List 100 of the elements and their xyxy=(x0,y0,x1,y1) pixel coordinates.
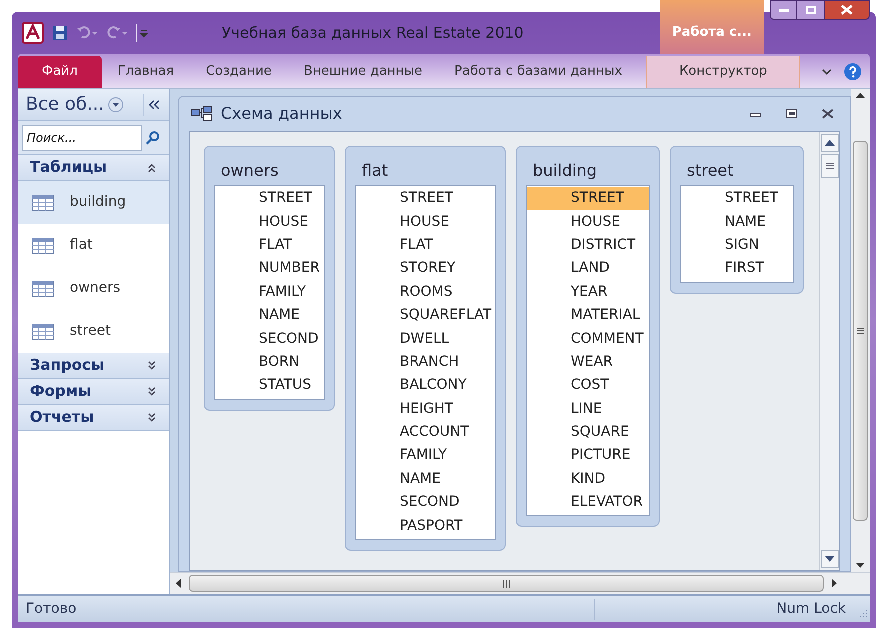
field-item[interactable]: STATUS xyxy=(215,374,324,398)
field-item[interactable]: KIND xyxy=(527,468,649,492)
field-item[interactable]: STREET xyxy=(681,187,793,210)
table-icon xyxy=(32,238,54,254)
save-icon[interactable] xyxy=(52,25,68,41)
expand-icon[interactable] xyxy=(147,386,157,396)
dropdown-icon xyxy=(108,96,124,112)
scroll-thumb-grip-icon[interactable] xyxy=(826,163,834,169)
field-item[interactable]: WEAR xyxy=(527,350,649,374)
scroll-up-icon[interactable] xyxy=(856,93,865,98)
field-item[interactable]: HEIGHT xyxy=(356,398,495,421)
field-item[interactable]: STOREY xyxy=(356,257,495,281)
field-item[interactable]: SECOND xyxy=(356,491,495,514)
field-item[interactable]: FIRST xyxy=(681,257,793,281)
field-item[interactable]: STREET xyxy=(215,187,324,210)
scroll-down-icon[interactable] xyxy=(824,556,834,562)
scroll-down-icon[interactable] xyxy=(856,563,865,568)
close-button[interactable] xyxy=(824,0,870,20)
nav-group-header[interactable]: Запросы xyxy=(18,353,169,379)
relationships-icon xyxy=(191,106,213,122)
outer-vertical-scrollbar[interactable] xyxy=(851,89,870,572)
num-lock-indicator: Num Lock xyxy=(776,600,847,618)
customize-icon[interactable] xyxy=(136,24,148,42)
table-card[interactable]: owners STREET HOUSE FLAT NUMBER FAMILY NAME SECOND BORN STATUS xyxy=(204,146,335,411)
nav-group-header[interactable]: Отчеты xyxy=(18,405,169,431)
field-item[interactable]: PICTURE xyxy=(527,444,649,468)
field-item[interactable]: STREET xyxy=(356,187,495,210)
expand-icon[interactable] xyxy=(147,412,157,422)
table-card[interactable]: flat STREET HOUSE FLAT STOREY ROOMS SQUAREFLAT DWELL BRANCH BALCONY HEIGHT ACCOUNT FAMILY NAME SECOND PASPORT xyxy=(345,146,506,551)
close-icon xyxy=(841,5,853,15)
ribbon-tab[interactable]: Работа с базами данных xyxy=(438,56,638,88)
scroll-thumb-grip-icon[interactable] xyxy=(857,328,864,334)
field-item[interactable]: HOUSE xyxy=(215,210,324,234)
field-item[interactable]: HOUSE xyxy=(356,210,495,234)
restore-icon[interactable] xyxy=(786,109,798,119)
scroll-left-icon[interactable] xyxy=(176,579,181,588)
field-item[interactable]: YEAR xyxy=(527,280,649,304)
undo-icon[interactable] xyxy=(76,26,98,40)
table-name: building xyxy=(532,160,598,182)
help-icon[interactable] xyxy=(844,63,862,81)
redo-icon[interactable] xyxy=(106,26,128,40)
ribbon-tab[interactable]: Конструктор xyxy=(646,56,800,88)
collapse-ribbon-icon[interactable] xyxy=(822,68,832,76)
field-item[interactable]: ELEVATOR xyxy=(527,491,649,514)
horizontal-scrollbar[interactable] xyxy=(170,572,870,594)
field-item[interactable]: MATERIAL xyxy=(527,304,649,328)
close-icon[interactable] xyxy=(822,109,834,119)
field-item[interactable]: PASPORT xyxy=(356,514,495,538)
field-item[interactable]: COST xyxy=(527,374,649,398)
field-item[interactable]: NUMBER xyxy=(215,257,324,281)
table-icon xyxy=(32,280,54,296)
field-item[interactable]: SQUARE xyxy=(527,420,649,444)
scroll-up-icon[interactable] xyxy=(824,140,834,146)
field-item[interactable]: ROOMS xyxy=(356,280,495,304)
field-item[interactable]: BALCONY xyxy=(356,374,495,398)
table-name: street xyxy=(686,160,735,182)
field-item[interactable]: FLAT xyxy=(356,234,495,258)
field-item[interactable]: FAMILY xyxy=(356,444,495,468)
field-item[interactable]: FLAT xyxy=(215,234,324,258)
context-tab-title: Работа с... xyxy=(660,0,764,54)
field-item[interactable]: DWELL xyxy=(356,327,495,351)
search-field[interactable]: Поиск... xyxy=(22,124,142,150)
ribbon-tab[interactable]: Файл xyxy=(18,56,102,88)
minimize-button[interactable] xyxy=(770,0,797,20)
field-item[interactable]: NAME xyxy=(215,304,324,328)
field-item[interactable]: LAND xyxy=(527,257,649,281)
field-item[interactable]: BORN xyxy=(215,350,324,374)
field-item[interactable]: STREET xyxy=(527,187,649,210)
maximize-button[interactable] xyxy=(797,0,824,20)
scroll-thumb-grip-icon[interactable] xyxy=(502,580,510,588)
scroll-right-icon[interactable] xyxy=(832,579,837,588)
field-item[interactable]: ACCOUNT xyxy=(356,420,495,444)
nav-item[interactable]: building xyxy=(18,181,169,224)
app-icon[interactable] xyxy=(22,22,44,44)
table-name: owners xyxy=(220,160,280,182)
table-card[interactable]: building STREET HOUSE DISTRICT LAND YEAR MATERIAL COMMENT WEAR COST LINE SQUARE PICTURE KIND ELEVATOR xyxy=(516,146,660,528)
field-item[interactable]: DISTRICT xyxy=(527,234,649,258)
field-item[interactable]: BRANCH xyxy=(356,350,495,374)
status-text: Готово xyxy=(18,598,595,620)
ribbon-tab[interactable]: Создание xyxy=(190,56,288,88)
field-item[interactable]: FAMILY xyxy=(215,280,324,304)
field-item[interactable]: COMMENT xyxy=(527,327,649,351)
double-chevron-icon xyxy=(148,100,160,110)
ribbon-tab[interactable]: Главная xyxy=(102,56,190,88)
field-item[interactable]: HOUSE xyxy=(527,210,649,234)
field-item[interactable]: NAME xyxy=(356,468,495,492)
field-item[interactable]: LINE xyxy=(527,398,649,421)
table-card[interactable]: street STREET NAME SIGN FIRST xyxy=(670,146,804,294)
expand-icon[interactable] xyxy=(147,360,157,370)
field-item[interactable]: SIGN xyxy=(681,234,793,258)
nav-group-header[interactable]: Таблицы xyxy=(18,155,169,181)
collapse-icon[interactable] xyxy=(147,162,157,172)
nav-group-header[interactable]: Формы xyxy=(18,379,169,405)
field-item[interactable]: NAME xyxy=(681,210,793,234)
search-icon[interactable] xyxy=(146,130,160,144)
vertical-scrollbar[interactable] xyxy=(819,132,839,570)
field-item[interactable]: SECOND xyxy=(215,327,324,351)
field-item[interactable]: SQUAREFLAT xyxy=(356,304,495,328)
ribbon-tab[interactable]: Внешние данные xyxy=(288,56,439,88)
table-icon xyxy=(32,324,54,340)
